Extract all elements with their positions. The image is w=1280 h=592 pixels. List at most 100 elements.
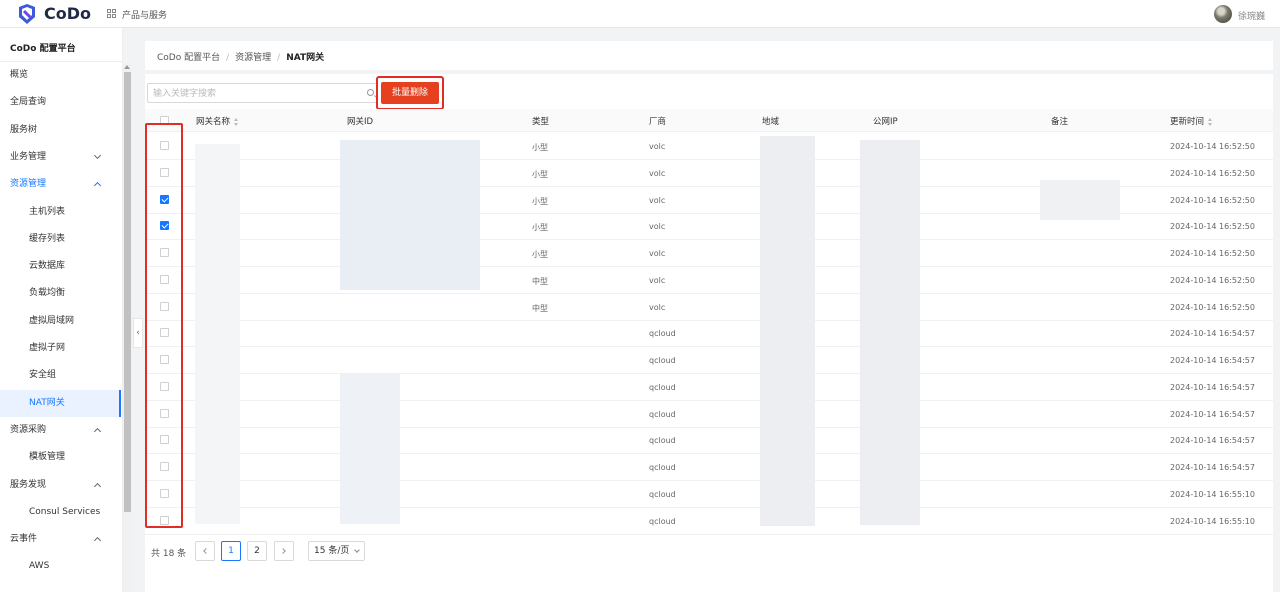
page-1-button[interactable]: 1 <box>221 541 241 561</box>
chevron-down-icon[interactable] <box>93 151 102 159</box>
table-row[interactable]: qcloud 2024-10-14 16:54:57 <box>145 401 1273 428</box>
breadcrumb-item-resource-management[interactable]: 资源管理 <box>235 53 271 63</box>
cell-vendor: volc <box>649 195 666 205</box>
redacted-public-ip-column <box>860 140 920 525</box>
user-avatar[interactable] <box>1214 5 1232 23</box>
top-navbar: CoDo 产品与服务 徐琬巍 <box>0 0 1280 28</box>
table-row[interactable]: qcloud 2024-10-14 16:54:57 <box>145 347 1273 374</box>
chevron-right-icon <box>280 548 286 554</box>
scroll-up-arrow-icon[interactable] <box>124 65 130 69</box>
products-services-menu[interactable]: 产品与服务 <box>122 8 167 21</box>
pagination-total: 共 18 条 <box>151 549 187 559</box>
apps-grid-icon[interactable] <box>107 9 116 18</box>
column-header-updated[interactable]: 更新时间 <box>1170 115 1213 127</box>
sidebar-item-label: AWS <box>29 561 50 572</box>
table-row[interactable]: 中型 volc 2024-10-14 16:52:50 <box>145 294 1273 321</box>
sidebar-item-service-discovery[interactable]: 服务发现 <box>0 472 121 499</box>
sidebar: CoDo 配置平台 概览 全局查询 服务树 业务管理 资源管理 主机列表 缓存列表 云数据库负… <box>0 28 123 592</box>
sidebar-item-global-search[interactable]: 全局查询 <box>0 89 121 116</box>
brand-name[interactable]: CoDo <box>44 4 91 24</box>
sidebar-item-security-group[interactable]: 安全组 <box>0 362 121 389</box>
collapse-sidebar-button[interactable]: ‹ <box>133 318 143 348</box>
sidebar-item-cloud-events[interactable]: 云事件 <box>0 526 121 553</box>
main-content: 批量删除 网关名称 网关ID 类型 厂商 地域 公网IP 备注 更新时间 小型 v… <box>145 74 1273 592</box>
breadcrumb-item-platform[interactable]: CoDo 配置平台 <box>157 53 220 63</box>
table-row[interactable]: qcloud 2024-10-14 16:54:57 <box>145 374 1273 401</box>
page-2-button[interactable]: 2 <box>247 541 267 561</box>
column-header-region: 地域 <box>762 117 780 127</box>
sidebar-item-cloud-database[interactable]: 云数据库 <box>0 253 121 280</box>
breadcrumb-separator: / <box>277 53 281 63</box>
table-row[interactable]: 小型 volc 2024-10-14 16:52:50 <box>145 133 1273 160</box>
column-header-type: 类型 <box>532 117 550 127</box>
table-row[interactable]: 中型 volc 2024-10-14 16:52:50 <box>145 267 1273 294</box>
redacted-name-column <box>195 144 240 524</box>
sidebar-item-overview[interactable]: 概览 <box>0 62 121 89</box>
table-row[interactable]: 小型 volc 2024-10-14 16:52:50 <box>145 240 1273 267</box>
sidebar-item-aws[interactable]: AWS <box>0 553 121 580</box>
chevron-up-icon[interactable] <box>93 482 102 490</box>
sidebar-item-resource-management[interactable]: 资源管理 <box>0 171 121 198</box>
cell-updated: 2024-10-14 16:54:57 <box>1170 409 1255 419</box>
cell-updated: 2024-10-14 16:55:10 <box>1170 516 1255 526</box>
sidebar-item-service-tree[interactable]: 服务树 <box>0 117 121 144</box>
sidebar-item-cache-list[interactable]: 缓存列表 <box>0 226 121 253</box>
codo-logo-icon[interactable] <box>16 3 38 25</box>
batch-delete-button[interactable]: 批量删除 <box>381 82 439 104</box>
cell-updated: 2024-10-14 16:54:57 <box>1170 436 1255 446</box>
column-header-public-ip: 公网IP <box>873 117 898 127</box>
sidebar-item-label: NAT网关 <box>29 397 65 408</box>
chevron-up-icon[interactable] <box>93 427 102 435</box>
username[interactable]: 徐琬巍 <box>1238 9 1265 22</box>
chevron-left-icon <box>203 548 209 554</box>
table-row[interactable]: qcloud 2024-10-14 16:54:57 <box>145 427 1273 455</box>
cell-updated: 2024-10-14 16:54:57 <box>1170 356 1255 365</box>
breadcrumb-item-current: NAT网关 <box>286 53 325 63</box>
sidebar-scrollbar-thumb[interactable] <box>124 72 131 512</box>
sidebar-item-vpc[interactable]: 虚拟局域网 <box>0 308 121 335</box>
sidebar-item-label: 负载均衡 <box>29 288 66 299</box>
column-header-vendor: 厂商 <box>649 117 667 127</box>
sidebar-item-business-management[interactable]: 业务管理 <box>0 144 121 171</box>
next-page-button[interactable] <box>274 541 294 561</box>
cell-vendor: qcloud <box>649 382 676 392</box>
sidebar-item-resource-procurement[interactable]: 资源采购 <box>0 417 121 444</box>
cell-vendor: qcloud <box>649 516 676 526</box>
table-row[interactable]: qcloud 2024-10-14 16:55:10 <box>145 508 1273 535</box>
prev-page-button[interactable] <box>195 541 215 561</box>
cell-vendor: qcloud <box>649 489 676 499</box>
cell-vendor: volc <box>649 168 666 178</box>
table-row[interactable]: qcloud 2024-10-14 16:54:57 <box>145 320 1273 348</box>
sidebar-item-consul-services[interactable]: Consul Services <box>0 499 121 526</box>
search-box[interactable] <box>147 83 377 103</box>
sort-icon[interactable] <box>234 117 239 126</box>
sidebar-item-template-management[interactable]: 模板管理 <box>0 444 121 471</box>
cell-updated: 2024-10-14 16:52:50 <box>1170 222 1255 232</box>
sidebar-item-host-list[interactable]: 主机列表 <box>0 199 121 226</box>
sidebar-item-nat-gateway[interactable]: NAT网关 <box>0 389 121 417</box>
sidebar-item-label: 主机列表 <box>29 206 66 217</box>
chevron-down-icon <box>354 547 360 553</box>
cell-vendor: qcloud <box>649 329 676 339</box>
chevron-up-icon[interactable] <box>93 182 102 190</box>
sidebar-item-subnet[interactable]: 虚拟子网 <box>0 335 121 362</box>
cell-updated: 2024-10-14 16:54:57 <box>1170 329 1255 339</box>
table-row[interactable]: qcloud 2024-10-14 16:55:10 <box>145 481 1273 508</box>
sidebar-scrollbar[interactable] <box>123 64 132 592</box>
sidebar-item-load-balancer[interactable]: 负载均衡 <box>0 280 121 307</box>
chevron-up-icon[interactable] <box>93 537 102 545</box>
sort-icon[interactable] <box>1208 117 1213 126</box>
sidebar-item-label: 云事件 <box>10 534 38 545</box>
cell-vendor: qcloud <box>649 463 676 472</box>
column-header-name[interactable]: 网关名称 <box>196 115 239 127</box>
cell-updated: 2024-10-14 16:52:50 <box>1170 249 1255 258</box>
column-header-remark: 备注 <box>1051 117 1069 127</box>
page-size-select[interactable]: 15 条/页 <box>308 541 365 561</box>
redacted-id-column <box>340 140 480 290</box>
table-row[interactable]: qcloud 2024-10-14 16:54:57 <box>145 454 1273 481</box>
sidebar-item-label: 资源采购 <box>10 424 47 435</box>
search-icon[interactable] <box>367 89 374 96</box>
cell-updated: 2024-10-14 16:54:57 <box>1170 382 1255 392</box>
redacted-region-column <box>760 136 815 526</box>
search-input[interactable] <box>153 86 353 101</box>
